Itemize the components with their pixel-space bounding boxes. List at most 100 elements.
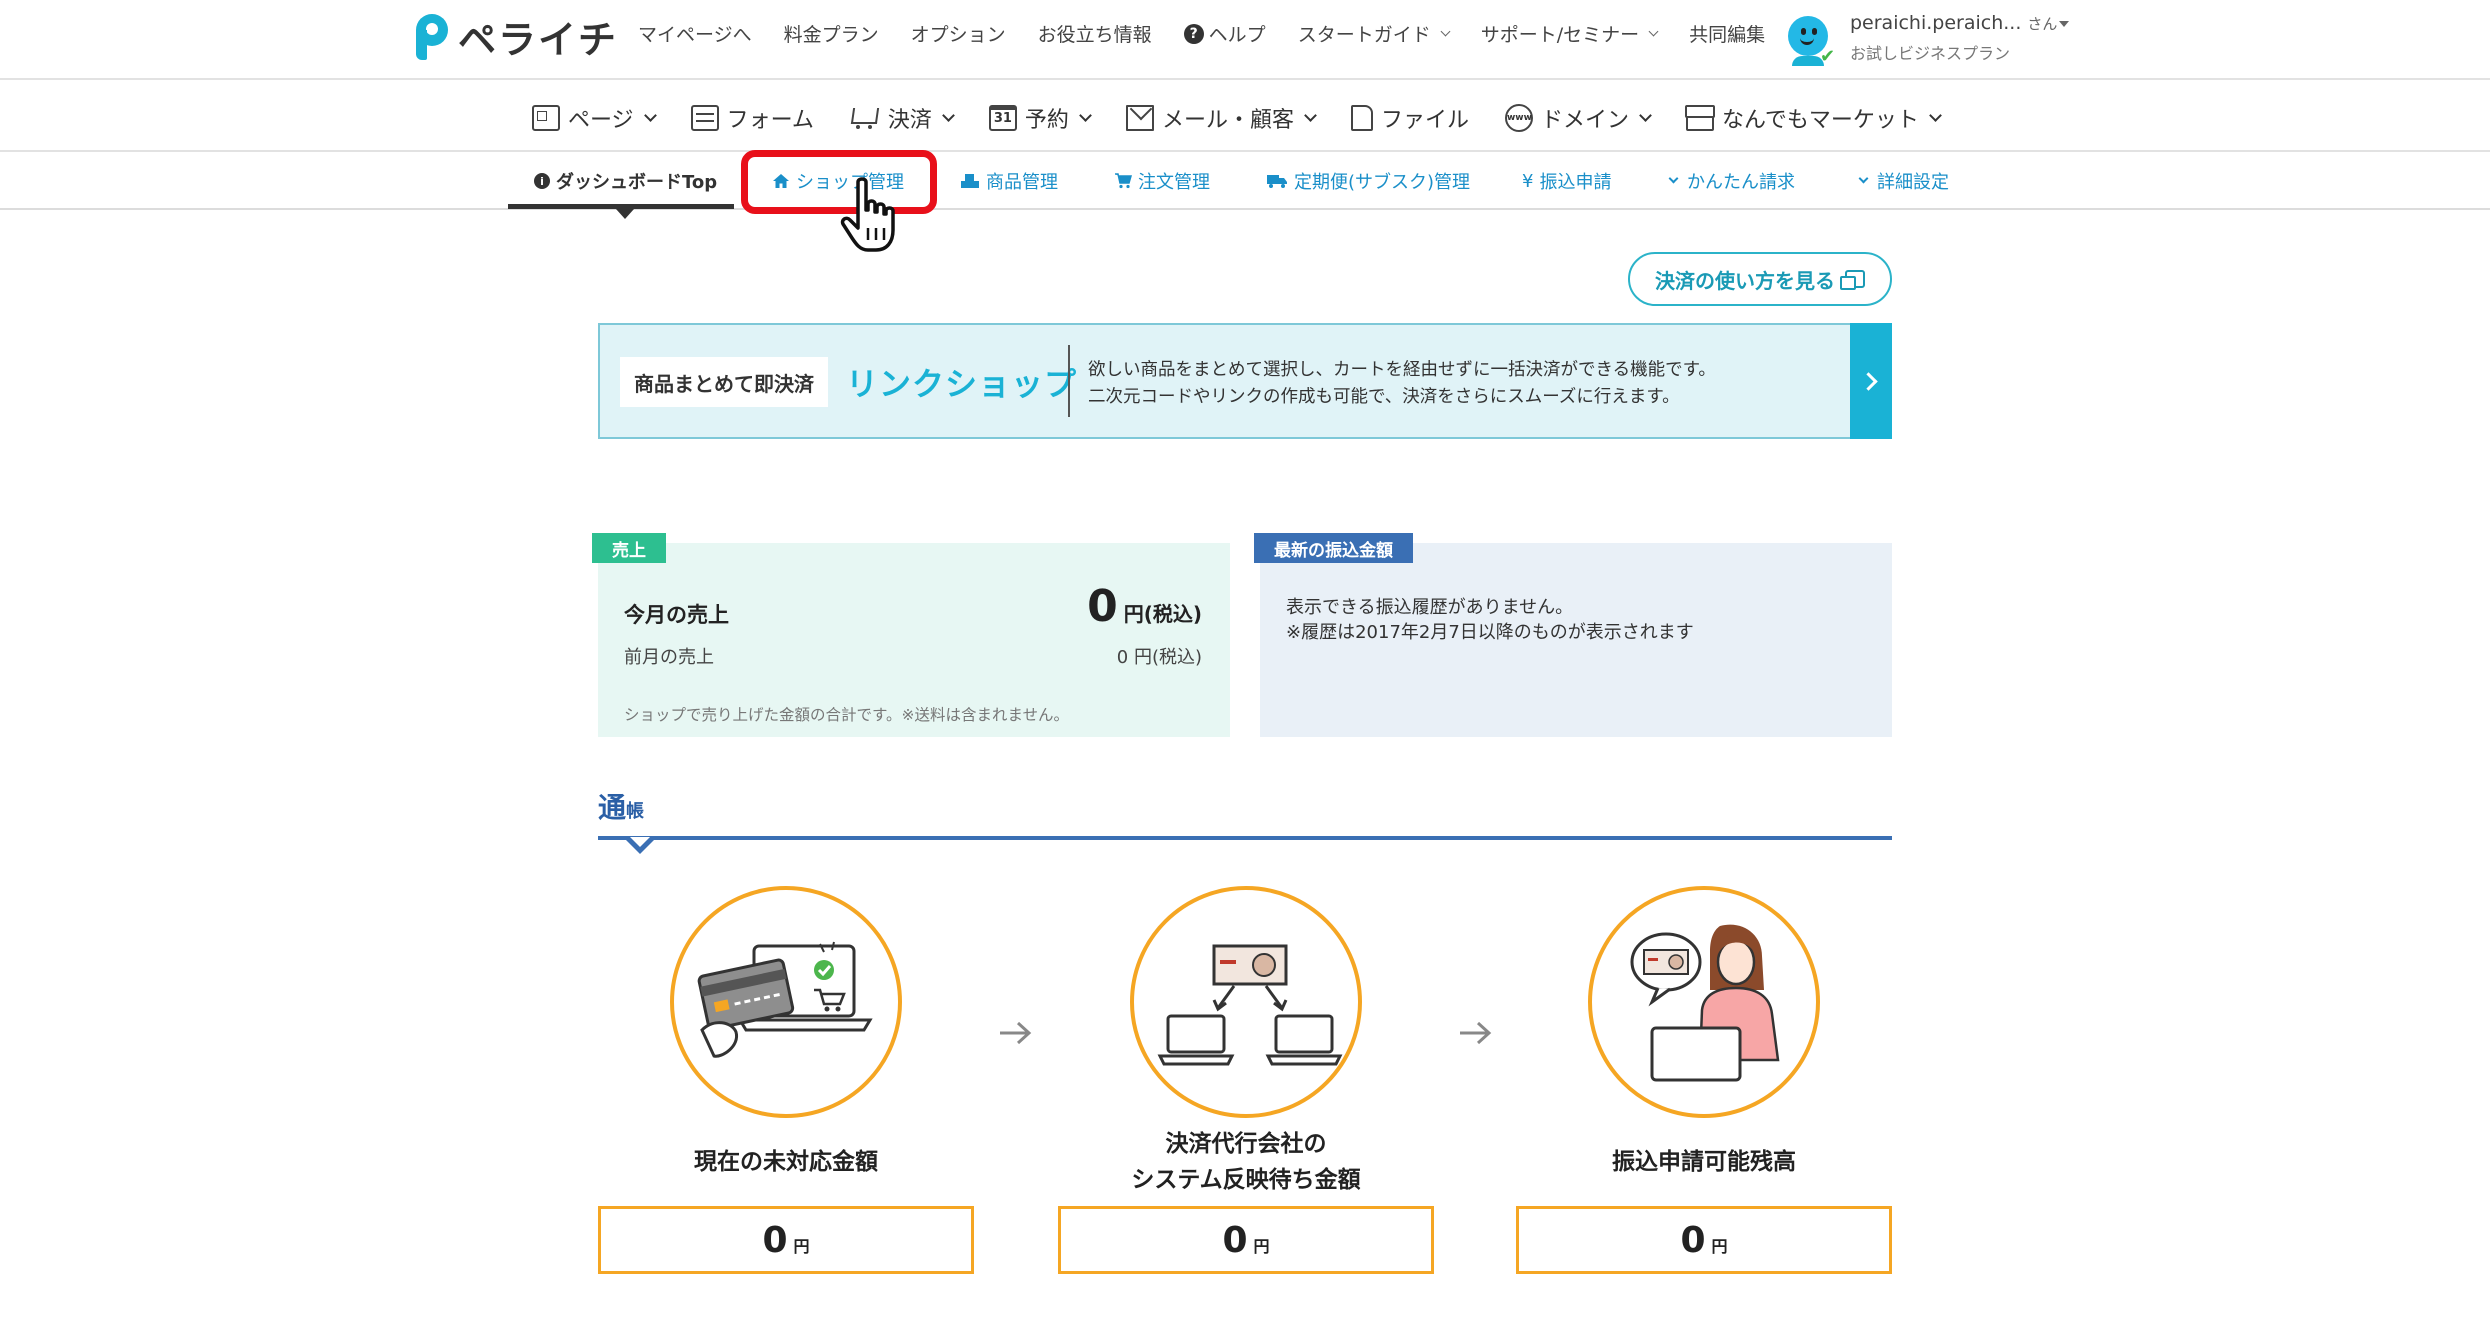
transfer-illustration-icon bbox=[1130, 886, 1362, 1118]
mainnav-domain[interactable]: www ドメイン bbox=[1504, 102, 1652, 134]
help-icon: ? bbox=[1183, 23, 1204, 44]
passbook-title-big: 通 bbox=[598, 791, 627, 824]
hand-pointer-cursor-icon bbox=[840, 177, 895, 252]
payment-guide-button[interactable]: 決済の使い方を見る bbox=[1628, 252, 1892, 306]
topnav-label: 共同編集 bbox=[1689, 24, 1766, 46]
top-nav: マイページへ 料金プラン オプション お役立ち情報 ? ヘルプ スタートガイド サ… bbox=[638, 20, 1797, 47]
file-icon bbox=[1350, 105, 1373, 131]
user-name: peraichi.peraich... さん bbox=[1850, 12, 2070, 34]
user-name-text: peraichi.peraich... bbox=[1850, 12, 2022, 34]
deposit-message: 表示できる振込履歴がありません。 ※履歴は2017年2月7日以降のものが表示され… bbox=[1286, 595, 1694, 645]
subnav-label: 商品管理 bbox=[986, 172, 1058, 193]
tab-subscription-management[interactable]: 定期便(サブスク)管理 bbox=[1266, 168, 1470, 194]
mainnav-market[interactable]: なんでもマーケット bbox=[1684, 102, 1942, 134]
user-plan: お試しビジネスプラン bbox=[1850, 44, 2011, 63]
sub-nav: i ダッシュボードTop ショップ管理 商品管理 注文管理 定期便(サブスク)管理… bbox=[0, 152, 2490, 219]
banner-next-button[interactable] bbox=[1850, 323, 1892, 439]
step-label: 決済代行会社の システム反映待ち金額 bbox=[1058, 1126, 1434, 1198]
tab-dashboard-top[interactable]: i ダッシュボードTop bbox=[534, 168, 717, 194]
sales-amount: 0 bbox=[1087, 581, 1118, 632]
user-menu[interactable]: ✔ peraichi.peraich... さん お試しビジネスプラン bbox=[1786, 12, 2070, 67]
topnav-help[interactable]: ? ヘルプ bbox=[1183, 20, 1266, 47]
section-notch bbox=[626, 837, 654, 854]
top-header: ペライチ マイページへ 料金プラン オプション お役立ち情報 ? ヘルプ スタート… bbox=[0, 0, 2490, 80]
globe-icon: www bbox=[1504, 104, 1533, 132]
tab-transfer-request[interactable]: ¥ 振込申請 bbox=[1522, 168, 1611, 194]
step-label: 現在の未対応金額 bbox=[694, 1149, 878, 1175]
chevron-down-icon bbox=[643, 108, 657, 122]
banner-tag: 商品まとめて即決済 bbox=[620, 357, 828, 407]
mainnav-payment[interactable]: 決済 bbox=[850, 102, 955, 134]
step-label: 振込申請可能残高 bbox=[1612, 1149, 1796, 1175]
mainnav-label: メール・顧客 bbox=[1161, 108, 1294, 133]
topnav-co-edit[interactable]: 共同編集 bbox=[1689, 20, 1765, 47]
step-label-line: システム反映待ち金額 bbox=[1131, 1167, 1361, 1193]
woman-laptop-illustration-icon bbox=[1588, 886, 1820, 1118]
mainnav-mail[interactable]: メール・顧客 bbox=[1125, 102, 1317, 134]
amount-unit: 円 bbox=[1253, 1237, 1270, 1256]
deposit-line: ※履歴は2017年2月7日以降のものが表示されます bbox=[1286, 622, 1694, 643]
peraichi-logo[interactable]: ペライチ bbox=[412, 12, 618, 62]
subnav-label: 詳細設定 bbox=[1877, 172, 1949, 193]
tab-product-management[interactable]: 商品管理 bbox=[960, 168, 1058, 194]
logo-text: ペライチ bbox=[458, 17, 619, 62]
chevron-down-icon bbox=[1929, 108, 1942, 122]
passbook-title: 通帳 bbox=[598, 786, 644, 826]
guide-button-label: 決済の使い方を見る bbox=[1655, 268, 1835, 293]
sales-card-label: 売上 bbox=[592, 533, 666, 563]
tab-order-management[interactable]: 注文管理 bbox=[1114, 168, 1210, 194]
topnav-label: サポート/セミナー bbox=[1480, 24, 1640, 46]
mainnav-label: ファイル bbox=[1380, 108, 1469, 133]
tab-detail-settings[interactable]: 詳細設定 bbox=[1858, 168, 1949, 194]
chevron-down-icon bbox=[942, 108, 955, 122]
mail-icon bbox=[1125, 105, 1154, 131]
topnav-start-guide[interactable]: スタートガイド bbox=[1297, 20, 1451, 47]
subnav-label: ダッシュボードTop bbox=[556, 172, 718, 193]
arrow-right-icon bbox=[1460, 1021, 1492, 1045]
this-month-sales-value: 0 円(税込) bbox=[1087, 581, 1202, 632]
yen-icon: ¥ bbox=[1522, 170, 1534, 192]
subnav-label: 定期便(サブスク)管理 bbox=[1294, 172, 1471, 193]
chevron-down-icon bbox=[1858, 173, 1869, 184]
topnav-label: マイページへ bbox=[638, 24, 752, 46]
banner-desc-line: 二次元コードやリンクの作成も可能で、決済をさらにスムーズに行えます。 bbox=[1088, 387, 1680, 407]
products-icon bbox=[961, 174, 979, 188]
pending-reflection-amount: 0 円 bbox=[1058, 1206, 1434, 1274]
deposit-line: 表示できる振込履歴がありません。 bbox=[1286, 597, 1574, 618]
topnav-options[interactable]: オプション bbox=[911, 20, 1006, 47]
last-month-sales-value: 0 円(税込) bbox=[1116, 647, 1202, 668]
mainnav-label: 予約 bbox=[1024, 108, 1069, 133]
mainnav-label: なんでもマーケット bbox=[1721, 108, 1919, 133]
mainnav-reservation[interactable]: 31 予約 bbox=[988, 102, 1092, 134]
chevron-down-icon bbox=[1079, 108, 1092, 122]
topnav-label: ヘルプ bbox=[1208, 24, 1266, 46]
tab-easy-invoice[interactable]: かんたん請求 bbox=[1668, 168, 1795, 194]
section-divider bbox=[598, 836, 1892, 840]
arrow-right-icon bbox=[1000, 1021, 1032, 1045]
active-tab-pointer bbox=[616, 209, 634, 219]
mainnav-label: ページ bbox=[568, 108, 634, 133]
mainnav-form[interactable]: フォーム bbox=[690, 102, 814, 134]
unprocessed-amount: 0 円 bbox=[598, 1206, 974, 1274]
this-month-sales-label: 今月の売上 bbox=[624, 603, 729, 627]
topnav-label: お役立ち情報 bbox=[1037, 24, 1152, 46]
topnav-tips[interactable]: お役立ち情報 bbox=[1038, 20, 1152, 47]
mainnav-label: ドメイン bbox=[1540, 108, 1629, 133]
mainnav-page[interactable]: ページ bbox=[532, 102, 657, 134]
amount-unit: 円 bbox=[793, 1237, 810, 1256]
card-payment-illustration-icon bbox=[670, 886, 902, 1118]
banner-title: リンクショップ bbox=[846, 365, 1078, 403]
banner-divider bbox=[1068, 345, 1070, 417]
mainnav-label: 決済 bbox=[887, 108, 932, 133]
amount-value: 0 bbox=[1680, 1219, 1706, 1261]
topnav-support[interactable]: サポート/セミナー bbox=[1480, 20, 1659, 47]
banner-desc-line: 欲しい商品をまとめて選択し、カートを経由せずに一括決済ができる機能です。 bbox=[1088, 360, 1716, 380]
chevron-down-icon bbox=[1639, 108, 1652, 122]
user-suffix: さん bbox=[2027, 15, 2058, 33]
link-shop-banner[interactable]: 商品まとめて即決済 リンクショップ 欲しい商品をまとめて選択し、カートを経由せず… bbox=[598, 323, 1892, 439]
topnav-pricing[interactable]: 料金プラン bbox=[784, 20, 879, 47]
topnav-mypage[interactable]: マイページへ bbox=[638, 20, 752, 47]
topnav-label: スタートガイド bbox=[1297, 24, 1431, 46]
mainnav-file[interactable]: ファイル bbox=[1350, 102, 1469, 134]
step-label-line: 決済代行会社の bbox=[1165, 1131, 1327, 1157]
